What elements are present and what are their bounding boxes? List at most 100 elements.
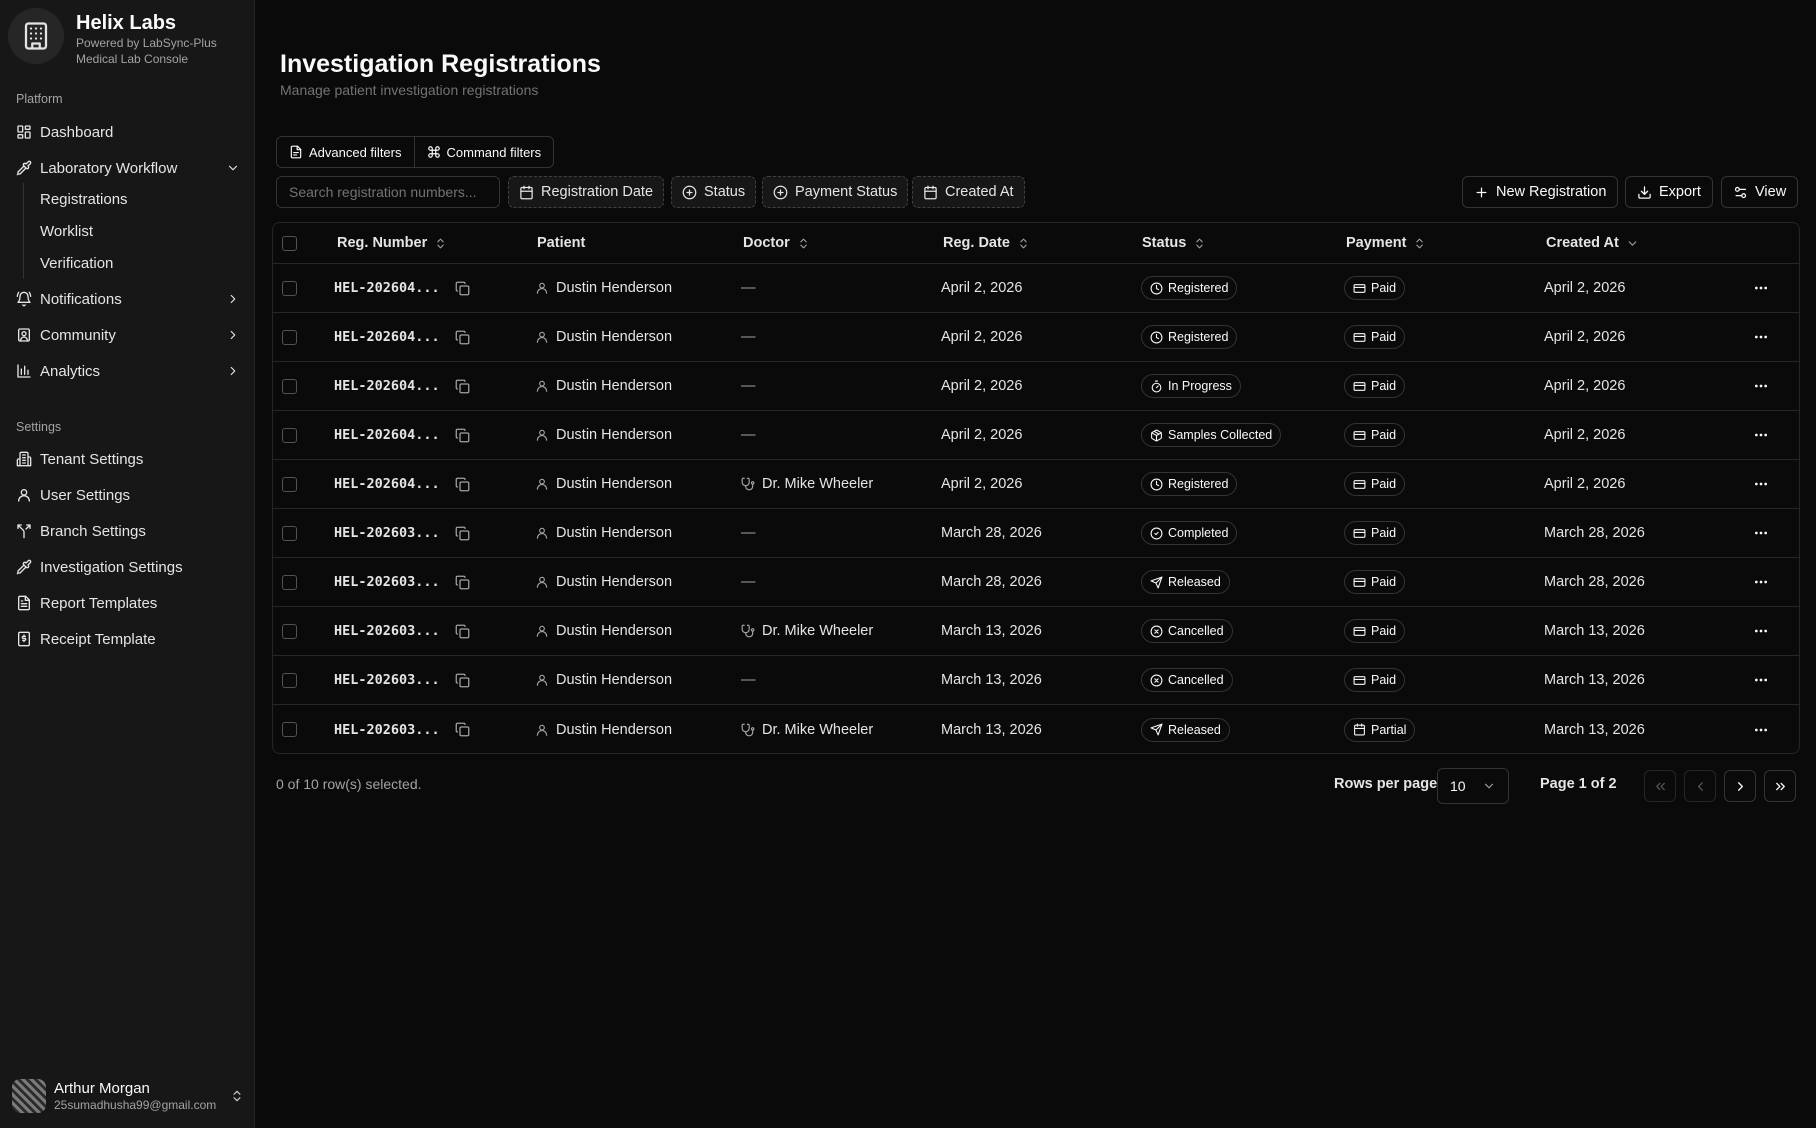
export-button[interactable]: Export: [1625, 176, 1713, 208]
col-payment[interactable]: Payment: [1346, 223, 1426, 263]
row-actions-button[interactable]: [1753, 623, 1769, 639]
table-row[interactable]: HEL-202604... Dustin Henderson — April 2…: [273, 411, 1799, 460]
sidebar-subitem-verification[interactable]: Verification: [32, 248, 242, 278]
table-row[interactable]: HEL-202604... Dustin Henderson — April 2…: [273, 264, 1799, 313]
row-checkbox[interactable]: [282, 672, 297, 688]
table-row[interactable]: HEL-202604... Dustin Henderson Dr. Mike …: [273, 460, 1799, 509]
row-actions-button[interactable]: [1753, 280, 1769, 296]
row-checkbox[interactable]: [282, 329, 297, 345]
patient-name[interactable]: Dustin Henderson: [556, 378, 672, 394]
brand[interactable]: Helix Labs Powered by LabSync-Plus Medic…: [8, 8, 217, 67]
sidebar-item-investigation-settings[interactable]: Investigation Settings: [8, 551, 248, 583]
row-checkbox[interactable]: [282, 378, 297, 394]
row-checkbox[interactable]: [282, 427, 297, 443]
payment-text: Paid: [1371, 330, 1397, 344]
copy-button[interactable]: [455, 722, 470, 737]
table-row[interactable]: HEL-202604... Dustin Henderson — April 2…: [273, 313, 1799, 362]
sidebar-item-laboratory-workflow[interactable]: Laboratory Workflow: [8, 152, 248, 184]
brand-name: Helix Labs: [76, 12, 177, 34]
sidebar-item-analytics[interactable]: Analytics: [8, 355, 248, 387]
sidebar-item-receipt-template[interactable]: Receipt Template: [8, 623, 248, 655]
filter-chip-created-at[interactable]: Created At: [912, 176, 1025, 208]
row-checkbox[interactable]: [282, 525, 297, 541]
row-checkbox[interactable]: [282, 280, 297, 296]
new-registration-button[interactable]: New Registration: [1462, 176, 1619, 208]
patient-name[interactable]: Dustin Henderson: [556, 329, 672, 345]
last-page-button[interactable]: [1764, 770, 1796, 802]
sidebar-item-user-settings[interactable]: User Settings: [8, 479, 248, 511]
advanced-filters-button[interactable]: Advanced filters: [277, 137, 413, 167]
chevron-right-icon: [230, 294, 236, 304]
copy-button[interactable]: [455, 281, 470, 296]
next-page-button[interactable]: [1724, 770, 1756, 802]
row-checkbox[interactable]: [282, 476, 297, 492]
col-created-at[interactable]: Created At: [1546, 223, 1639, 263]
chevrons-left-icon: [1655, 782, 1665, 790]
bell-icon: [16, 291, 32, 307]
sidebar-item-report-templates[interactable]: Report Templates: [8, 587, 248, 619]
patient-name[interactable]: Dustin Henderson: [556, 574, 672, 590]
col-doctor[interactable]: Doctor: [743, 223, 810, 263]
filter-chip-status[interactable]: Status: [671, 176, 757, 208]
sidebar-subitem-registrations[interactable]: Registrations: [32, 184, 242, 214]
row-actions-button[interactable]: [1753, 672, 1769, 688]
filter-chip-registration-date[interactable]: Registration Date: [508, 176, 665, 208]
copy-button[interactable]: [455, 624, 470, 639]
patient-name[interactable]: Dustin Henderson: [556, 476, 672, 492]
copy-button[interactable]: [455, 477, 470, 492]
rows-per-page-select[interactable]: 10: [1437, 768, 1509, 804]
table-row[interactable]: HEL-202603... Dustin Henderson Dr. Mike …: [273, 607, 1799, 656]
patient-name[interactable]: Dustin Henderson: [556, 427, 672, 443]
col-status[interactable]: Status: [1142, 223, 1206, 263]
reg-number: HEL-202603...: [334, 672, 440, 688]
row-actions-button[interactable]: [1753, 329, 1769, 345]
table-row[interactable]: HEL-202603... Dustin Henderson — March 2…: [273, 509, 1799, 558]
row-checkbox[interactable]: [282, 574, 297, 590]
payment-text: Paid: [1371, 526, 1397, 540]
copy-button[interactable]: [455, 330, 470, 345]
filter-chip-payment-status[interactable]: Payment Status: [762, 176, 909, 208]
copy-button[interactable]: [455, 428, 470, 443]
col-reg-date[interactable]: Reg. Date: [943, 223, 1030, 263]
view-button[interactable]: View: [1721, 176, 1799, 208]
copy-button[interactable]: [455, 379, 470, 394]
more-horizontal-icon: [1755, 482, 1767, 486]
sidebar-item-community[interactable]: Community: [8, 319, 248, 351]
patient-name[interactable]: Dustin Henderson: [556, 672, 672, 688]
row-actions-button[interactable]: [1753, 378, 1769, 394]
created-at: March 13, 2026: [1544, 623, 1645, 639]
row-actions-button[interactable]: [1753, 525, 1769, 541]
sidebar-item-notifications[interactable]: Notifications: [8, 283, 248, 315]
copy-button[interactable]: [455, 575, 470, 590]
row-checkbox[interactable]: [282, 623, 297, 639]
sidebar-item-tenant-settings[interactable]: Tenant Settings: [8, 443, 248, 475]
table-row[interactable]: HEL-202603... Dustin Henderson Dr. Mike …: [273, 705, 1799, 753]
row-actions-button[interactable]: [1753, 476, 1769, 492]
patient-name[interactable]: Dustin Henderson: [556, 280, 672, 296]
row-actions-button[interactable]: [1753, 722, 1769, 738]
table-row[interactable]: HEL-202603... Dustin Henderson — March 1…: [273, 656, 1799, 705]
patient-name[interactable]: Dustin Henderson: [556, 623, 672, 639]
col-reg-number[interactable]: Reg. Number: [337, 223, 447, 263]
first-page-button[interactable]: [1644, 770, 1676, 802]
patient-name[interactable]: Dustin Henderson: [556, 722, 672, 738]
patient-name[interactable]: Dustin Henderson: [556, 525, 672, 541]
sidebar-item-branch-settings[interactable]: Branch Settings: [8, 515, 248, 547]
user-menu[interactable]: Arthur Morgan 25sumadhusha99@gmail.com: [12, 1076, 244, 1116]
copy-icon: [455, 330, 470, 344]
sidebar-subitem-worklist[interactable]: Worklist: [32, 216, 242, 246]
reg-date: March 28, 2026: [941, 574, 1042, 590]
row-actions-button[interactable]: [1753, 427, 1769, 443]
command-filters-button[interactable]: Command filters: [413, 137, 554, 167]
table-row[interactable]: HEL-202604... Dustin Henderson — April 2…: [273, 362, 1799, 411]
previous-page-button[interactable]: [1684, 770, 1716, 802]
doctor-empty: —: [741, 427, 756, 443]
copy-button[interactable]: [455, 526, 470, 541]
search-input[interactable]: [276, 176, 500, 208]
table-row[interactable]: HEL-202603... Dustin Henderson — March 2…: [273, 558, 1799, 607]
select-all-checkbox[interactable]: [282, 235, 297, 251]
sidebar-item-dashboard[interactable]: Dashboard: [8, 116, 248, 148]
copy-button[interactable]: [455, 673, 470, 688]
row-checkbox[interactable]: [282, 722, 297, 737]
row-actions-button[interactable]: [1753, 574, 1769, 590]
